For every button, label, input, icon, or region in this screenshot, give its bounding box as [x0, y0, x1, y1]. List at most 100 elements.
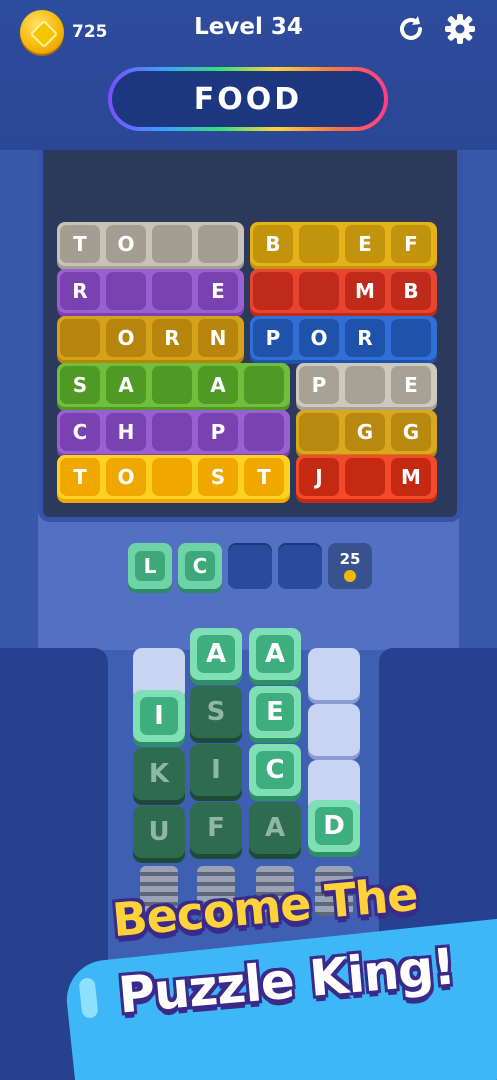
- board-tile: T: [244, 458, 284, 496]
- board-tile: B: [391, 272, 431, 310]
- letter-tile: S: [190, 686, 242, 738]
- letter-tile-label: A: [256, 635, 294, 673]
- word-board: TOBEFREMBORNPORSAAPECHPGGTOSTJM: [38, 150, 462, 522]
- word-group: RE: [57, 269, 244, 313]
- word-group: TOST: [57, 455, 290, 499]
- letter-tile: I: [190, 744, 242, 796]
- board-tile: O: [106, 319, 146, 357]
- board-tile: N: [198, 319, 238, 357]
- letter-tile-label: F: [207, 813, 225, 843]
- word-group: SAA: [57, 363, 290, 407]
- board-tile: R: [60, 272, 100, 310]
- board-side-right: [459, 150, 497, 650]
- restart-icon[interactable]: [394, 12, 428, 46]
- word-group: TO: [57, 222, 244, 266]
- board-tile: A: [198, 366, 238, 404]
- board-tile: E: [345, 225, 385, 263]
- board-tile: P: [198, 413, 238, 451]
- board-tile: [244, 413, 284, 451]
- letter-tile-label: A: [264, 813, 286, 843]
- board-tile: E: [198, 272, 238, 310]
- letter-tile[interactable]: C: [249, 744, 301, 796]
- word-group: GG: [296, 410, 437, 454]
- board-tile: [244, 366, 284, 404]
- answer-slot-letter: C: [185, 551, 215, 581]
- board-tile: T: [60, 458, 100, 496]
- board-tile: B: [253, 225, 293, 263]
- board-tile: H: [106, 413, 146, 451]
- letter-tile: K: [133, 748, 185, 800]
- answer-slot[interactable]: L: [128, 543, 172, 589]
- word-group: ORN: [57, 316, 244, 360]
- letter-tile-label: I: [211, 755, 221, 785]
- word-group: POR: [250, 316, 437, 360]
- word-group: PE: [296, 363, 437, 407]
- gear-icon[interactable]: [443, 12, 477, 46]
- board-tile: [299, 272, 339, 310]
- letter-tile[interactable]: A: [190, 628, 242, 680]
- board-tile: R: [345, 319, 385, 357]
- board-tile: O: [299, 319, 339, 357]
- reward-amount: 25: [339, 550, 361, 568]
- letter-tile[interactable]: I: [133, 690, 185, 742]
- word-group: B EF: [250, 222, 437, 266]
- board-tile: M: [345, 272, 385, 310]
- answer-slot-letter: L: [135, 551, 165, 581]
- board-tile: [106, 272, 146, 310]
- empty-tile-slot: [308, 704, 360, 756]
- board-tile: C: [60, 413, 100, 451]
- board-tile: [299, 413, 339, 451]
- board-tile: M: [391, 458, 431, 496]
- board-tile: [299, 225, 339, 263]
- board-tile: A: [106, 366, 146, 404]
- letter-tile-label: D: [315, 807, 353, 845]
- board-tile: [152, 458, 192, 496]
- answer-slot[interactable]: C: [178, 543, 222, 589]
- board-tile: O: [106, 225, 146, 263]
- board-tile: S: [198, 458, 238, 496]
- board-tile: R: [152, 319, 192, 357]
- letter-tile-label: E: [256, 693, 294, 731]
- board-tile: [198, 225, 238, 263]
- answer-slot-empty: [228, 543, 272, 589]
- reward-badge: 25: [328, 543, 372, 589]
- word-group: CH P: [57, 410, 290, 454]
- board-tile: [152, 413, 192, 451]
- board-tile: E: [391, 366, 431, 404]
- letter-tile: U: [133, 806, 185, 858]
- board-tile: [152, 366, 192, 404]
- letter-tile-label: U: [148, 817, 170, 847]
- board-tile: [60, 319, 100, 357]
- word-group: MB: [250, 269, 437, 313]
- board-tile: [345, 366, 385, 404]
- letter-tile: F: [190, 802, 242, 854]
- board-tile: [345, 458, 385, 496]
- board-tile: O: [106, 458, 146, 496]
- board-tile: P: [299, 366, 339, 404]
- board-tile: G: [391, 413, 431, 451]
- board-tile: S: [60, 366, 100, 404]
- top-bar: 725 Level 34 FOOD: [0, 0, 497, 150]
- board-tile: [152, 272, 192, 310]
- letter-tile[interactable]: A: [249, 628, 301, 680]
- board-tile: G: [345, 413, 385, 451]
- board-side-left: [0, 150, 38, 650]
- letter-tile-label: K: [148, 759, 170, 789]
- empty-tile-slot: [308, 648, 360, 700]
- board-tile: [152, 225, 192, 263]
- board-tile: [391, 319, 431, 357]
- category-label: FOOD: [193, 81, 303, 117]
- word-group: JM: [296, 455, 437, 499]
- board-tile: P: [253, 319, 293, 357]
- letter-tile-label: A: [197, 635, 235, 673]
- coin-icon: [344, 570, 356, 582]
- letter-tile-label: C: [256, 751, 294, 789]
- answer-slots: L C 25: [128, 543, 372, 589]
- category-banner: FOOD: [108, 67, 388, 131]
- board-tile: F: [391, 225, 431, 263]
- answer-slot-empty: [278, 543, 322, 589]
- letter-tile[interactable]: D: [308, 800, 360, 852]
- letter-tile[interactable]: E: [249, 686, 301, 738]
- board-tile: [253, 272, 293, 310]
- board-tile: T: [60, 225, 100, 263]
